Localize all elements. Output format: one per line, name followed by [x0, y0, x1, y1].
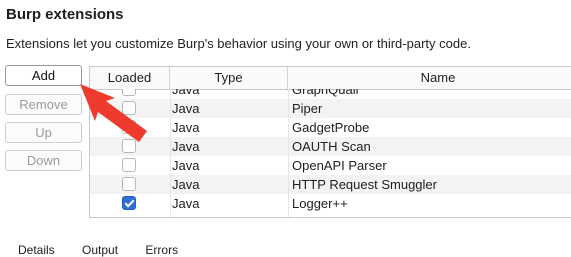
- table-body: Java GraphQuail Java Piper Java GadgetPr…: [90, 89, 571, 217]
- extensions-table: Loaded Type Name Java GraphQuail Java Pi…: [89, 66, 571, 218]
- type-cell: Java: [172, 101, 200, 116]
- table-row[interactable]: Java HTTP Request Smuggler: [90, 175, 571, 194]
- loaded-checkbox-checked[interactable]: [122, 196, 136, 210]
- name-cell: GadgetProbe: [292, 120, 370, 135]
- table-row[interactable]: Java Piper: [90, 99, 571, 118]
- name-cell: OpenAPI Parser: [292, 158, 387, 173]
- name-cell: HTTP Request Smuggler: [292, 177, 437, 192]
- name-cell: GraphQuail: [292, 89, 359, 97]
- table-row[interactable]: Java GraphQuail: [90, 89, 571, 99]
- column-header-loaded[interactable]: Loaded: [90, 67, 170, 89]
- loaded-checkbox[interactable]: [122, 158, 136, 172]
- down-button[interactable]: Down: [5, 150, 82, 171]
- page-title: Burp extensions: [6, 6, 124, 23]
- table-row[interactable]: Java GadgetProbe: [90, 118, 571, 137]
- bottom-tabs: Details Output Errors: [18, 243, 202, 257]
- loaded-checkbox[interactable]: [122, 177, 136, 191]
- table-header: Loaded Type Name: [90, 67, 571, 90]
- add-button[interactable]: Add: [5, 65, 82, 86]
- type-cell: Java: [172, 120, 200, 135]
- type-cell: Java: [172, 177, 200, 192]
- name-cell: Logger++: [292, 196, 348, 211]
- tab-errors[interactable]: Errors: [145, 243, 178, 257]
- name-cell: Piper: [292, 101, 323, 116]
- name-cell: OAUTH Scan: [292, 139, 371, 154]
- column-header-type[interactable]: Type: [170, 67, 288, 89]
- type-cell: Java: [172, 196, 200, 211]
- column-divider: [170, 89, 171, 217]
- table-row[interactable]: Java OpenAPI Parser: [90, 156, 571, 175]
- column-divider: [288, 89, 289, 217]
- remove-button[interactable]: Remove: [5, 94, 82, 115]
- loaded-checkbox[interactable]: [122, 89, 136, 96]
- tab-details[interactable]: Details: [18, 243, 55, 257]
- table-row[interactable]: Java OAUTH Scan: [90, 137, 571, 156]
- table-row[interactable]: Java Logger++: [90, 194, 571, 213]
- up-button[interactable]: Up: [5, 122, 82, 143]
- type-cell: Java: [172, 89, 200, 97]
- type-cell: Java: [172, 158, 200, 173]
- loaded-checkbox[interactable]: [122, 120, 136, 134]
- loaded-checkbox[interactable]: [122, 139, 136, 153]
- page-description: Extensions let you customize Burp's beha…: [6, 36, 471, 51]
- type-cell: Java: [172, 139, 200, 154]
- tab-output[interactable]: Output: [82, 243, 118, 257]
- loaded-checkbox[interactable]: [122, 101, 136, 115]
- column-header-name[interactable]: Name: [288, 67, 571, 89]
